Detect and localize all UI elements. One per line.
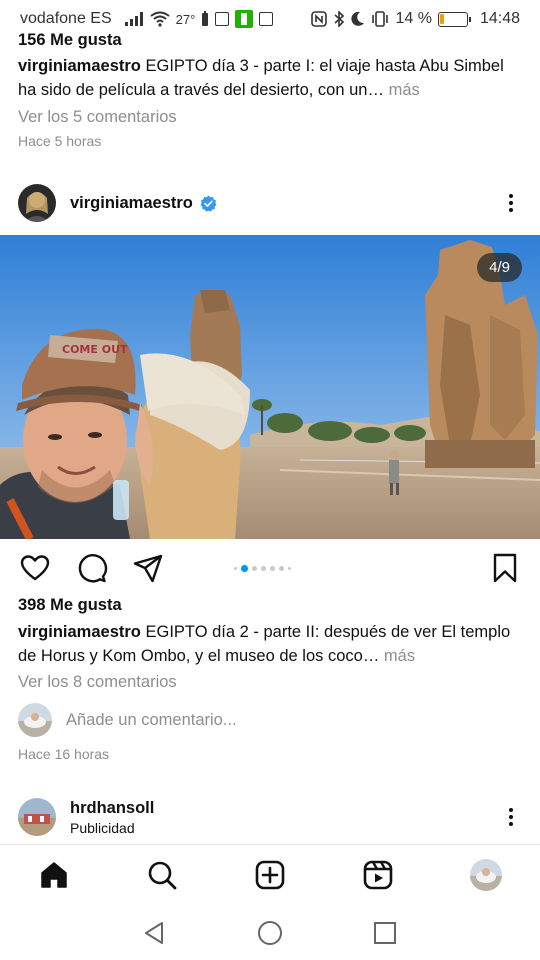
create-icon[interactable] [254,859,286,891]
moon-icon [351,11,365,26]
ad-avatar[interactable] [18,798,56,836]
post-likes[interactable]: 398 Me gusta [18,596,522,615]
heart-icon[interactable] [19,552,51,584]
bookmark-icon[interactable] [489,552,521,584]
previous-post-footer: 156 Me gusta virginiamaestro EGIPTO día … [18,30,522,149]
pager-dot [234,567,237,570]
add-comment-row[interactable]: Añade un comentario... [18,700,522,740]
reels-icon[interactable] [362,859,394,891]
post-header: virginiamaestro [0,180,540,226]
bluetooth-icon [334,11,345,27]
home-icon[interactable] [38,859,70,891]
pager-dot-active [241,565,248,572]
sponsored-label: Publicidad [70,819,135,836]
post-photo-scene: COME OUT [0,235,540,539]
previous-post-more-link[interactable]: más [384,81,420,99]
bottom-nav [0,844,540,904]
ad-options-icon[interactable] [500,806,522,828]
post-time: Hace 16 horas [18,746,110,762]
previous-post-time: Hace 5 horas [18,133,102,149]
app-notification-icon [235,10,254,28]
pager-dot [288,567,291,570]
pager-dot [270,566,275,571]
profile-avatar[interactable] [470,859,502,891]
pager-dot [252,566,257,571]
home-circle-icon[interactable] [257,920,283,946]
status-left-icons: 27° [124,10,274,28]
ad-texts: hrdhansoll Publicidad [70,799,154,836]
ad-header: hrdhansoll Publicidad [0,794,540,840]
system-nav-bar [0,904,540,960]
temperature: 27° [175,11,196,27]
pager-dot [279,566,284,571]
post-more-link[interactable]: más [379,647,415,665]
post-options-icon[interactable] [500,192,522,214]
battery-percent: 14 % [395,10,432,27]
carousel-pager [234,565,291,572]
post-username[interactable]: virginiamaestro [70,194,193,213]
send-icon[interactable] [132,552,164,584]
previous-post-username[interactable]: virginiamaestro [18,57,141,75]
notification-icon [215,12,230,26]
my-avatar [18,703,52,737]
search-icon[interactable] [146,859,178,891]
comment-input[interactable]: Añade un comentario... [66,711,237,730]
carrier-name: vodafone ES [20,10,112,27]
comment-icon[interactable] [76,552,108,584]
clock: 14:48 [479,10,520,27]
verified-badge-icon [200,195,217,212]
notification-icon-2 [259,12,274,26]
battery-level [440,14,444,24]
post-actions [0,548,540,588]
post-avatar[interactable] [18,184,56,222]
post-image[interactable]: COME OUT 4/9 [0,235,540,539]
battery-icon [437,11,471,27]
post-caption[interactable]: virginiamaestro EGIPTO día 2 - parte II:… [18,620,522,668]
post-caption-username[interactable]: virginiamaestro [18,623,141,641]
status-right: 14 % 14:48 [311,10,520,28]
previous-post-comments-link[interactable]: Ver los 5 comentarios [18,108,522,127]
ad-username[interactable]: hrdhansoll [70,799,154,818]
signal-icon [124,12,143,26]
post-comments-link[interactable]: Ver los 8 comentarios [18,673,522,692]
battery-alert-icon [202,11,209,26]
slide-counter: 4/9 [477,253,522,282]
previous-post-likes[interactable]: 156 Me gusta [18,30,522,50]
wifi-icon [150,11,170,27]
pager-dot [261,566,266,571]
back-icon[interactable] [142,920,168,946]
nfc-icon [311,11,328,27]
recents-icon[interactable] [372,920,398,946]
previous-post-caption[interactable]: virginiamaestro EGIPTO día 3 - parte I: … [18,54,522,102]
post-footer: 398 Me gusta virginiamaestro EGIPTO día … [18,596,522,762]
vibrate-icon [372,11,389,27]
svg-text:COME OUT: COME OUT [62,343,128,356]
